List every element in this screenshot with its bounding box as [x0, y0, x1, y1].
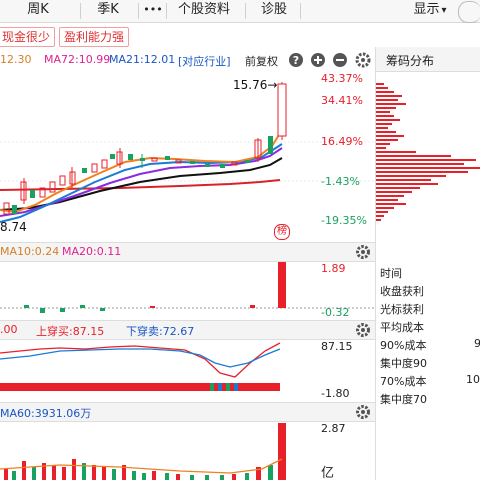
- chip-bars: [376, 83, 480, 221]
- low-price-label: 8.74: [0, 220, 27, 234]
- period-tab-bar: 周K 季K ••• 个股资料 诊股 显示 ▾: [0, 0, 480, 23]
- chip-panel-title: 筹码分布: [386, 54, 435, 68]
- chip-row-concentration-70: 集中度70: [380, 393, 427, 406]
- ma72-value: MA72:10.99: [44, 53, 111, 66]
- oscillator-buy-cross: 上穿买:87.15: [36, 325, 105, 338]
- axis-label-4: -1.43%: [321, 175, 360, 188]
- volume-panel-header[interactable]: MA10:0.24 MA20:0.11: [0, 242, 375, 262]
- ma21-value: MA21:12.01: [109, 53, 176, 66]
- oscillator-axis-bottom: -1.80: [321, 387, 350, 400]
- high-price-value: 15.76: [233, 78, 268, 92]
- oscillator-axis-top: 87.15: [321, 340, 353, 353]
- display-menu-label: 显示: [413, 2, 440, 17]
- oscillator-sell-cross: 下穿卖:72.67: [126, 325, 195, 338]
- zoom-controls: ?: [289, 52, 371, 68]
- volume-axis-top: 1.89: [321, 262, 346, 275]
- tab-divider: [80, 3, 81, 19]
- amount-ma60: MA60:3931.06万: [0, 407, 92, 420]
- chip-distribution-chart[interactable]: [376, 75, 480, 245]
- zoom-out-icon[interactable]: [333, 53, 347, 67]
- oscillator-chart[interactable]: [0, 339, 375, 399]
- chip-row-concentration-90: 集中度90: [380, 357, 427, 370]
- chip-row-time: 时间: [380, 267, 402, 280]
- chip-row-cost-90: 90%成本: [380, 339, 427, 352]
- svg-text:?: ?: [293, 54, 299, 67]
- volume-bars[interactable]: [0, 261, 375, 319]
- chip-row-avg-cost: 平均成本: [380, 321, 424, 334]
- tab-week-k[interactable]: 周K: [18, 0, 58, 22]
- tab-divider: [300, 3, 301, 19]
- candlestick-chart[interactable]: [0, 70, 375, 242]
- amount-panel-header[interactable]: MA60:3931.06万: [0, 402, 375, 422]
- oscillator-value: .00: [0, 323, 18, 336]
- more-tabs-button[interactable]: •••: [140, 0, 166, 22]
- oscillator-blue-line: [0, 348, 281, 368]
- tab-diagnosis[interactable]: 诊股: [252, 0, 296, 22]
- tag-cash[interactable]: 现金很少: [0, 27, 56, 47]
- volume-ma10: MA10:0.24: [0, 245, 60, 258]
- zoom-in-icon[interactable]: [311, 53, 325, 67]
- tab-divider: [245, 3, 246, 19]
- industry-compare-button[interactable]: [对应行业]: [178, 53, 231, 69]
- chip-row-cost-70: 70%成本: [380, 375, 427, 388]
- chip-cost-90-value: 9: [474, 337, 480, 350]
- amount-axis-unit: 亿: [321, 466, 335, 481]
- gear-icon[interactable]: [355, 52, 371, 68]
- chip-cost-70-value: 10: [466, 373, 480, 386]
- gear-icon[interactable]: [355, 323, 371, 339]
- help-icon[interactable]: ?: [289, 53, 303, 67]
- chip-panel-header: 筹码分布: [376, 47, 480, 72]
- high-price-label: 15.76→: [233, 78, 277, 92]
- chip-row-close-profit: 收盘获利: [380, 285, 424, 298]
- amount-bars[interactable]: [0, 421, 375, 480]
- ranking-badge[interactable]: 榜: [274, 224, 290, 240]
- adjust-mode-button[interactable]: 前复权: [245, 53, 278, 69]
- arrow-right-icon: →: [267, 78, 278, 92]
- close-icon[interactable]: [458, 1, 480, 23]
- tag-profitability[interactable]: 盈利能力强: [59, 27, 130, 47]
- ma-short-value: 12.30: [0, 53, 32, 66]
- gear-icon[interactable]: [355, 245, 371, 261]
- axis-label-2: 34.41%: [321, 94, 363, 107]
- amount-axis-top: 2.87: [321, 422, 346, 435]
- axis-label-3: 16.49%: [321, 135, 363, 148]
- candles: [3, 82, 287, 215]
- oscillator-red-line: [0, 342, 281, 378]
- display-menu-button[interactable]: 显示 ▾: [405, 0, 455, 22]
- tab-divider: [166, 3, 167, 19]
- volume-ma20: MA20:0.11: [62, 245, 122, 258]
- gear-icon[interactable]: [355, 405, 371, 421]
- axis-label-1: 43.37%: [321, 72, 363, 85]
- chevron-down-icon: ▾: [441, 5, 447, 16]
- tab-divider: [138, 3, 139, 19]
- chip-row-cursor-profit: 光标获利: [380, 303, 424, 316]
- tab-stock-profile[interactable]: 个股资料: [170, 0, 238, 22]
- oscillator-bars: [0, 383, 280, 391]
- chip-distribution-panel: 筹码分布 时间 收盘获利 光标获利 平均成本 90%成本 9 集中度90 70%…: [375, 47, 480, 480]
- axis-label-5: -19.35%: [321, 214, 367, 227]
- volume-axis-bottom: -0.32: [321, 306, 350, 319]
- oscillator-panel-header[interactable]: .00 上穿买:87.15 下穿卖:72.67: [0, 320, 375, 340]
- tab-quarter-k[interactable]: 季K: [88, 0, 128, 22]
